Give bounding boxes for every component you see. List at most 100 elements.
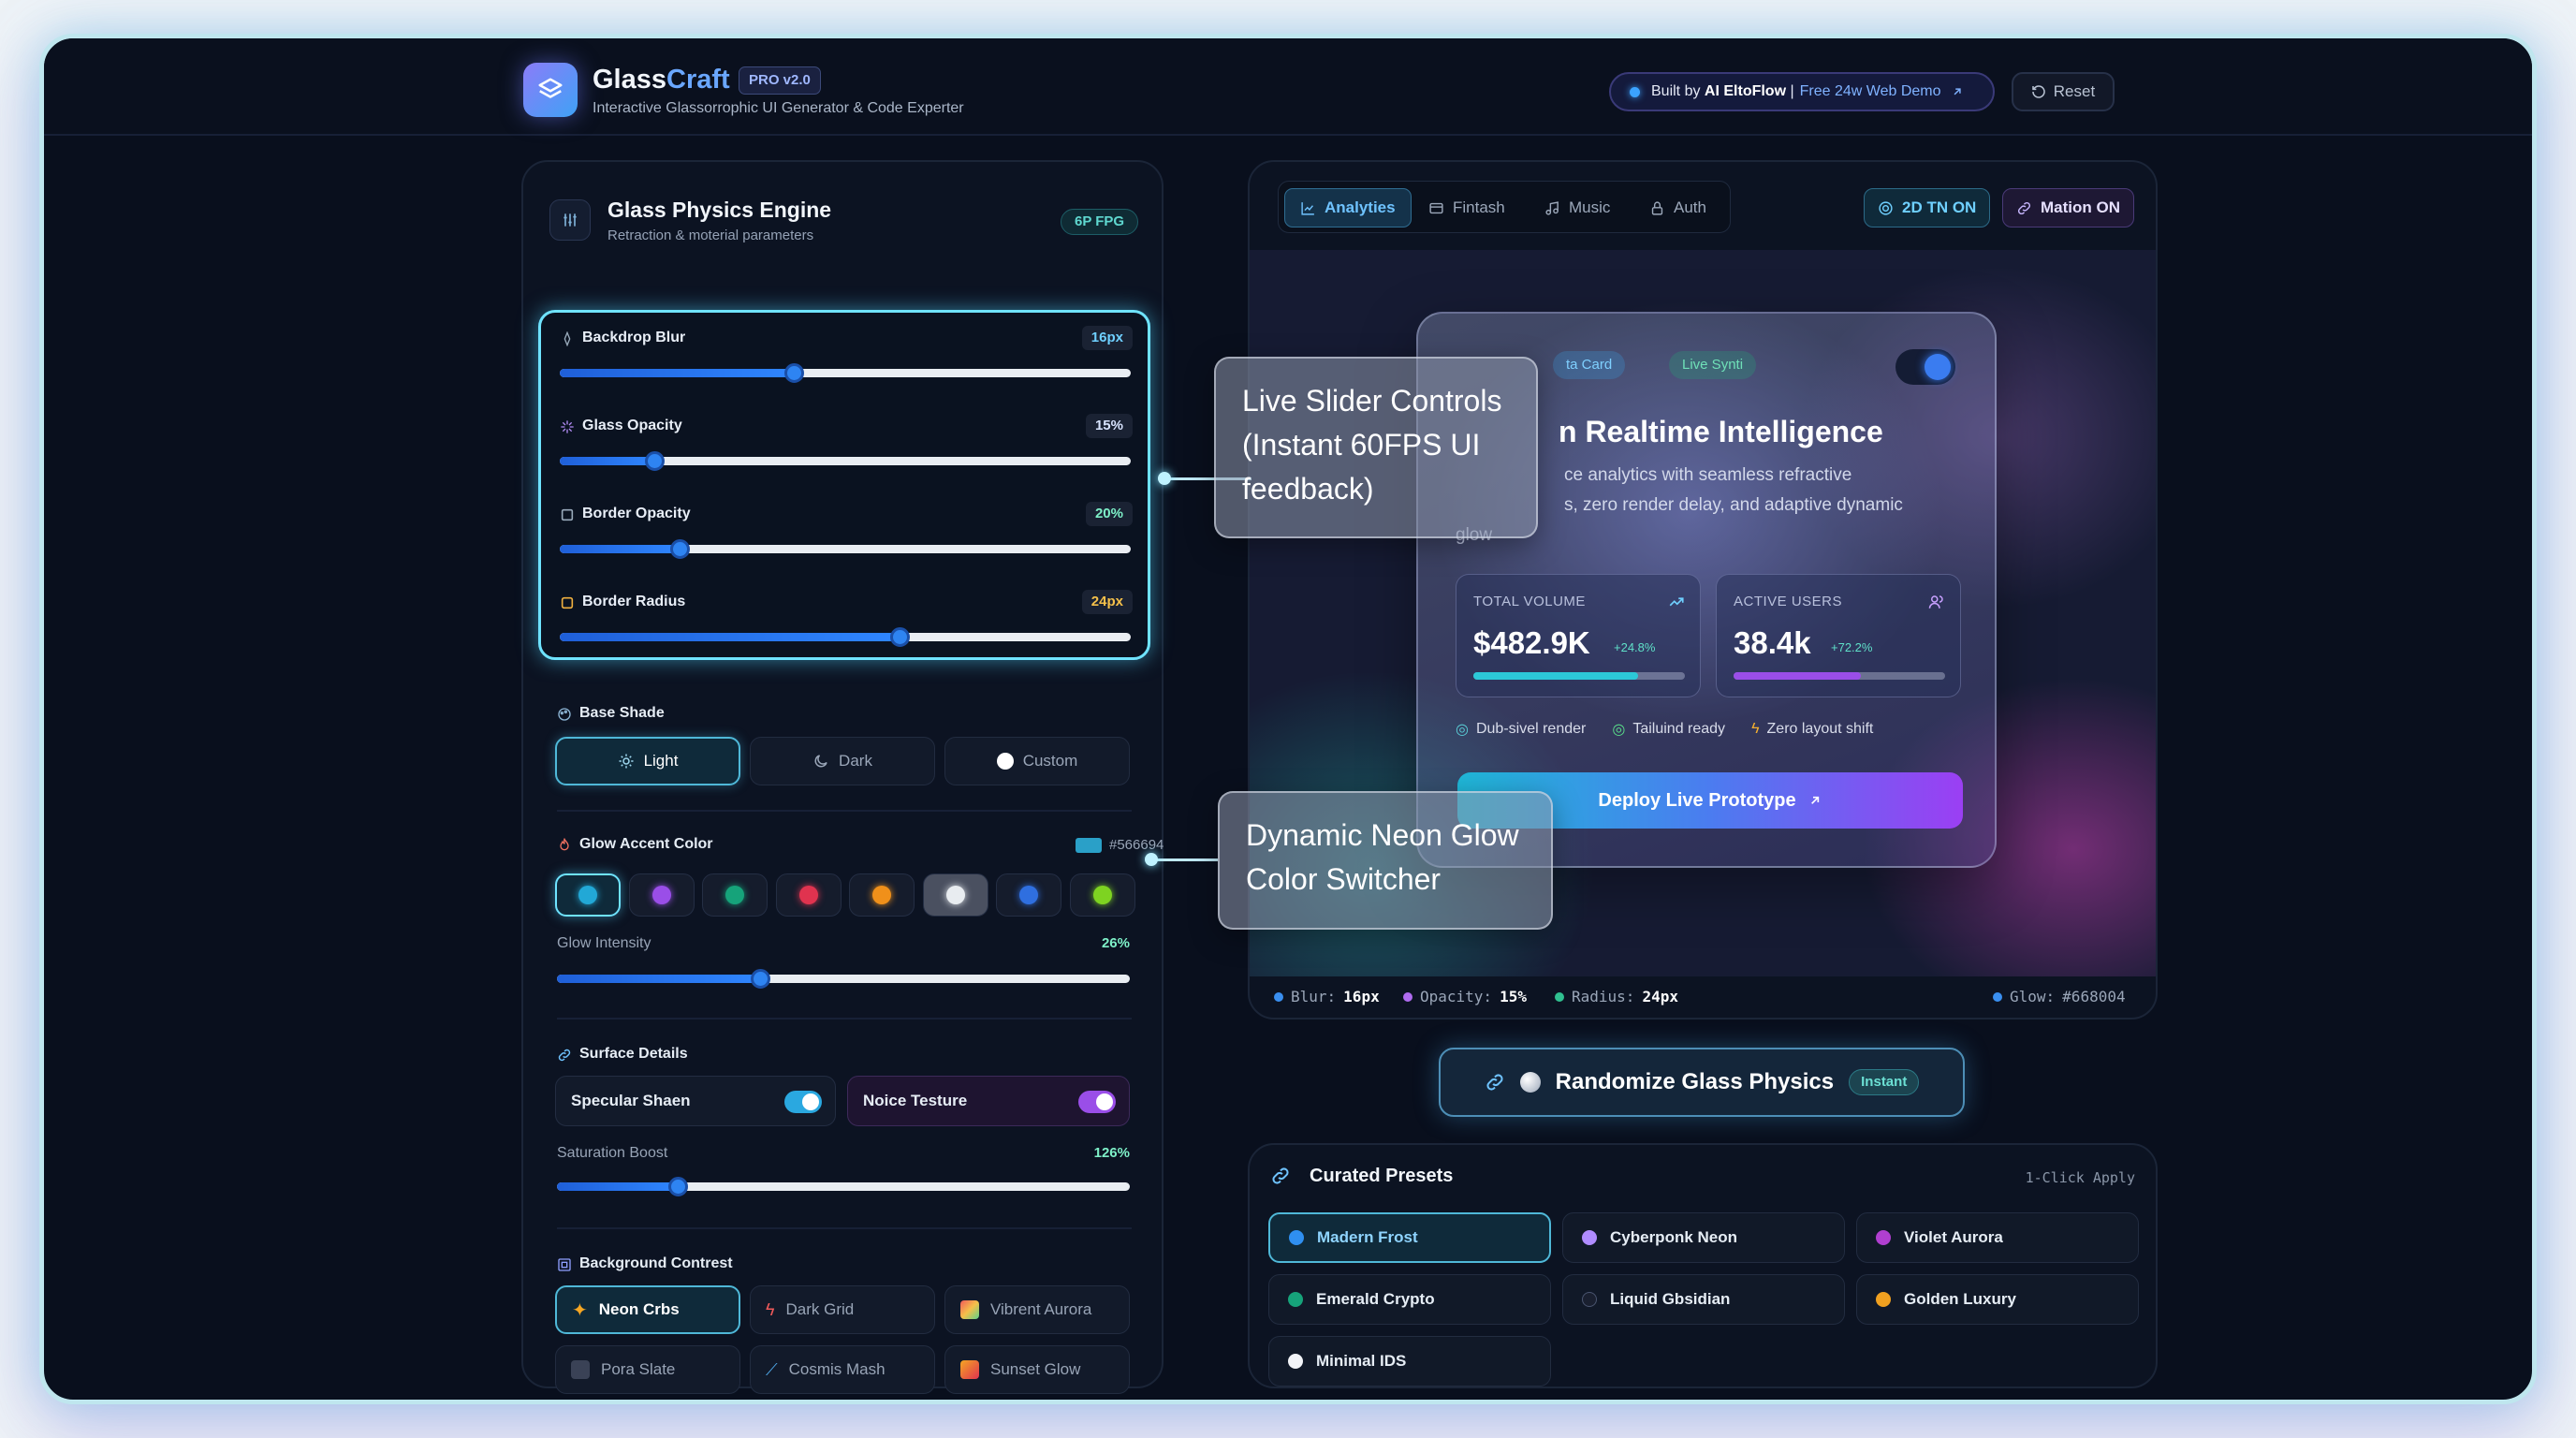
randomize-button[interactable]: Randomize Glass Physics Instant — [1439, 1048, 1965, 1117]
tab-music[interactable]: Music — [1530, 188, 1625, 227]
radius-slider-thumb[interactable] — [889, 627, 910, 647]
target-icon — [1879, 200, 1893, 215]
radius-slider[interactable] — [560, 627, 1131, 647]
lock-icon — [1651, 200, 1663, 215]
motion-chip[interactable]: Mation ON — [2002, 188, 2134, 227]
preset-color-dot — [1289, 1230, 1304, 1245]
glow-swatch[interactable] — [1069, 873, 1135, 917]
panel-subtitle: Retraction & moterial parameters — [607, 227, 814, 243]
border-opacity-slider-thumb[interactable] — [670, 539, 691, 559]
bolt-icon: ϟ — [1751, 721, 1760, 737]
glow-intensity-thumb[interactable] — [751, 969, 771, 989]
preset-label: Emerald Crypto — [1316, 1290, 1435, 1308]
tab-analytics[interactable]: Analyties — [1284, 188, 1412, 227]
chart-icon — [1301, 201, 1314, 215]
sparkle-icon: ✦ — [572, 1299, 588, 1321]
bg-dark-grid[interactable]: ϟ Dark Grid — [750, 1285, 935, 1334]
preset-color-dot — [1876, 1230, 1891, 1245]
glow-swatch[interactable] — [702, 873, 768, 917]
bg-sunset-glow[interactable]: Sunset Glow — [944, 1345, 1130, 1394]
opacity-slider-thumb[interactable] — [644, 451, 665, 471]
bg-neon-orbs[interactable]: ✦ Neon Crbs — [555, 1285, 740, 1334]
physics-panel: Glass Physics Engine Retraction & moteri… — [521, 160, 1164, 1394]
shade-dark-button[interactable]: Dark — [750, 737, 935, 785]
sunset-swatch-icon — [960, 1360, 979, 1379]
preset-color-dot — [1288, 1354, 1303, 1369]
glow-swatch[interactable] — [996, 873, 1061, 917]
circle-icon — [996, 753, 1014, 770]
glow-intensity-slider[interactable] — [557, 969, 1130, 989]
tab-fintech[interactable]: Fintash — [1413, 188, 1520, 227]
bg-pora-slate[interactable]: Pora Slate — [555, 1345, 740, 1394]
section-title-base-shade: Base Shade — [579, 705, 665, 721]
glow-swatch[interactable] — [922, 873, 988, 917]
preset-item[interactable]: Madern Frost — [1268, 1212, 1551, 1263]
preset-label: Cyberponk Neon — [1610, 1228, 1738, 1246]
stat-card-users: ACTIVE USERS 38.4k +72.2% — [1716, 574, 1961, 697]
blur-slider[interactable] — [560, 363, 1131, 383]
saturation-slider[interactable] — [557, 1177, 1130, 1196]
preset-item[interactable]: Liquid Gbsidian — [1562, 1274, 1845, 1325]
preset-item[interactable]: Minimal IDS — [1268, 1336, 1551, 1387]
border-opacity-slider[interactable] — [560, 539, 1131, 559]
presets-title: Curated Presets — [1310, 1166, 1454, 1186]
noise-toggle-card[interactable]: Noice Testure — [847, 1076, 1130, 1126]
preview-tabs: Analyties Fintash Music Auth — [1278, 181, 1731, 233]
glow-swatch[interactable] — [775, 873, 842, 917]
glow-swatch[interactable] — [555, 873, 621, 917]
preset-item[interactable]: Golden Luxury — [1856, 1274, 2139, 1325]
toggle-2d-chip[interactable]: 2D TN ON — [1864, 188, 1991, 227]
flame-icon — [560, 838, 569, 851]
glow-color-preview — [1076, 838, 1102, 853]
preset-label: Minimal IDS — [1316, 1352, 1407, 1370]
bolt-icon: ϟ — [766, 1299, 775, 1319]
sparkle-icon — [561, 420, 574, 433]
slider-label-radius: Border Radius — [582, 594, 686, 609]
card-badge: ta Card — [1553, 351, 1626, 379]
users-progress — [1734, 672, 1945, 680]
specular-toggle-card[interactable]: Specular Shaen — [555, 1076, 836, 1126]
stat-card-volume: TOTAL VOLUME $482.9K +24.8% — [1456, 574, 1701, 697]
card-desc-1: ce analytics with seamless refractive — [1564, 465, 1852, 485]
status-glow: Glow: #668004 — [1993, 988, 2126, 1005]
demo-link[interactable]: Free 24w Web Demo — [1800, 83, 1941, 100]
shade-custom-button[interactable]: Custom — [944, 737, 1130, 785]
blur-slider-thumb[interactable] — [784, 363, 805, 383]
preset-item[interactable]: Cyberponk Neon — [1562, 1212, 1845, 1263]
presets-panel: Curated Presets 1-Click Apply Madern Fro… — [1248, 1143, 2158, 1388]
saturation-label: Saturation Boost — [557, 1145, 668, 1161]
shade-light-button[interactable]: Light — [555, 737, 740, 785]
bg-cosmic-mesh[interactable]: ⟋ Cosmis Mash — [750, 1345, 935, 1394]
slider-group: Backdrop Blur 16px Glass Opacity 15% Bor… — [538, 310, 1150, 660]
noise-switch[interactable] — [1078, 1091, 1116, 1113]
brand-name: GlassCraft — [593, 65, 730, 95]
glow-swatch[interactable] — [849, 873, 915, 917]
preset-label: Violet Aurora — [1904, 1228, 2003, 1246]
volume-progress — [1473, 672, 1685, 680]
opacity-slider[interactable] — [560, 451, 1131, 471]
top-bar: GlassCraft PRO v2.0 Interactive Glassorr… — [44, 38, 2532, 136]
callout-connector — [1152, 858, 1218, 861]
reset-button[interactable]: Reset — [2012, 72, 2115, 111]
live-sync-badge: Live Synti — [1669, 351, 1757, 379]
tab-auth[interactable]: Auth — [1634, 188, 1721, 227]
divider — [557, 1018, 1132, 1020]
saturation-thumb[interactable] — [667, 1177, 688, 1196]
feature-list: ◎ Dub-sivel render ◎ Tailuind ready ϟ Zero … — [1456, 721, 1874, 738]
slider-label-blur: Backdrop Blur — [582, 330, 686, 345]
specular-switch[interactable] — [784, 1091, 822, 1113]
card-toggle[interactable] — [1895, 349, 1955, 385]
saturation-value: 126% — [1093, 1145, 1130, 1161]
preset-item[interactable]: Emerald Crypto — [1268, 1274, 1551, 1325]
status-blur: Blur: 16px — [1274, 988, 1380, 1005]
bg-vibrant-aurora[interactable]: Vibrent Aurora — [944, 1285, 1130, 1334]
link-icon — [558, 1049, 571, 1062]
glow-swatch[interactable] — [628, 873, 695, 917]
callout-dot — [1158, 472, 1171, 485]
divider — [557, 1227, 1132, 1229]
section-title-surface: Surface Details — [579, 1046, 688, 1062]
sliders-icon — [549, 199, 591, 241]
built-by-link[interactable]: Built by AI EltoFlow | Free 24w Web Demo — [1609, 72, 1995, 111]
preset-item[interactable]: Violet Aurora — [1856, 1212, 2139, 1263]
card-desc-2: s, zero render delay, and adaptive dynam… — [1564, 495, 1903, 515]
